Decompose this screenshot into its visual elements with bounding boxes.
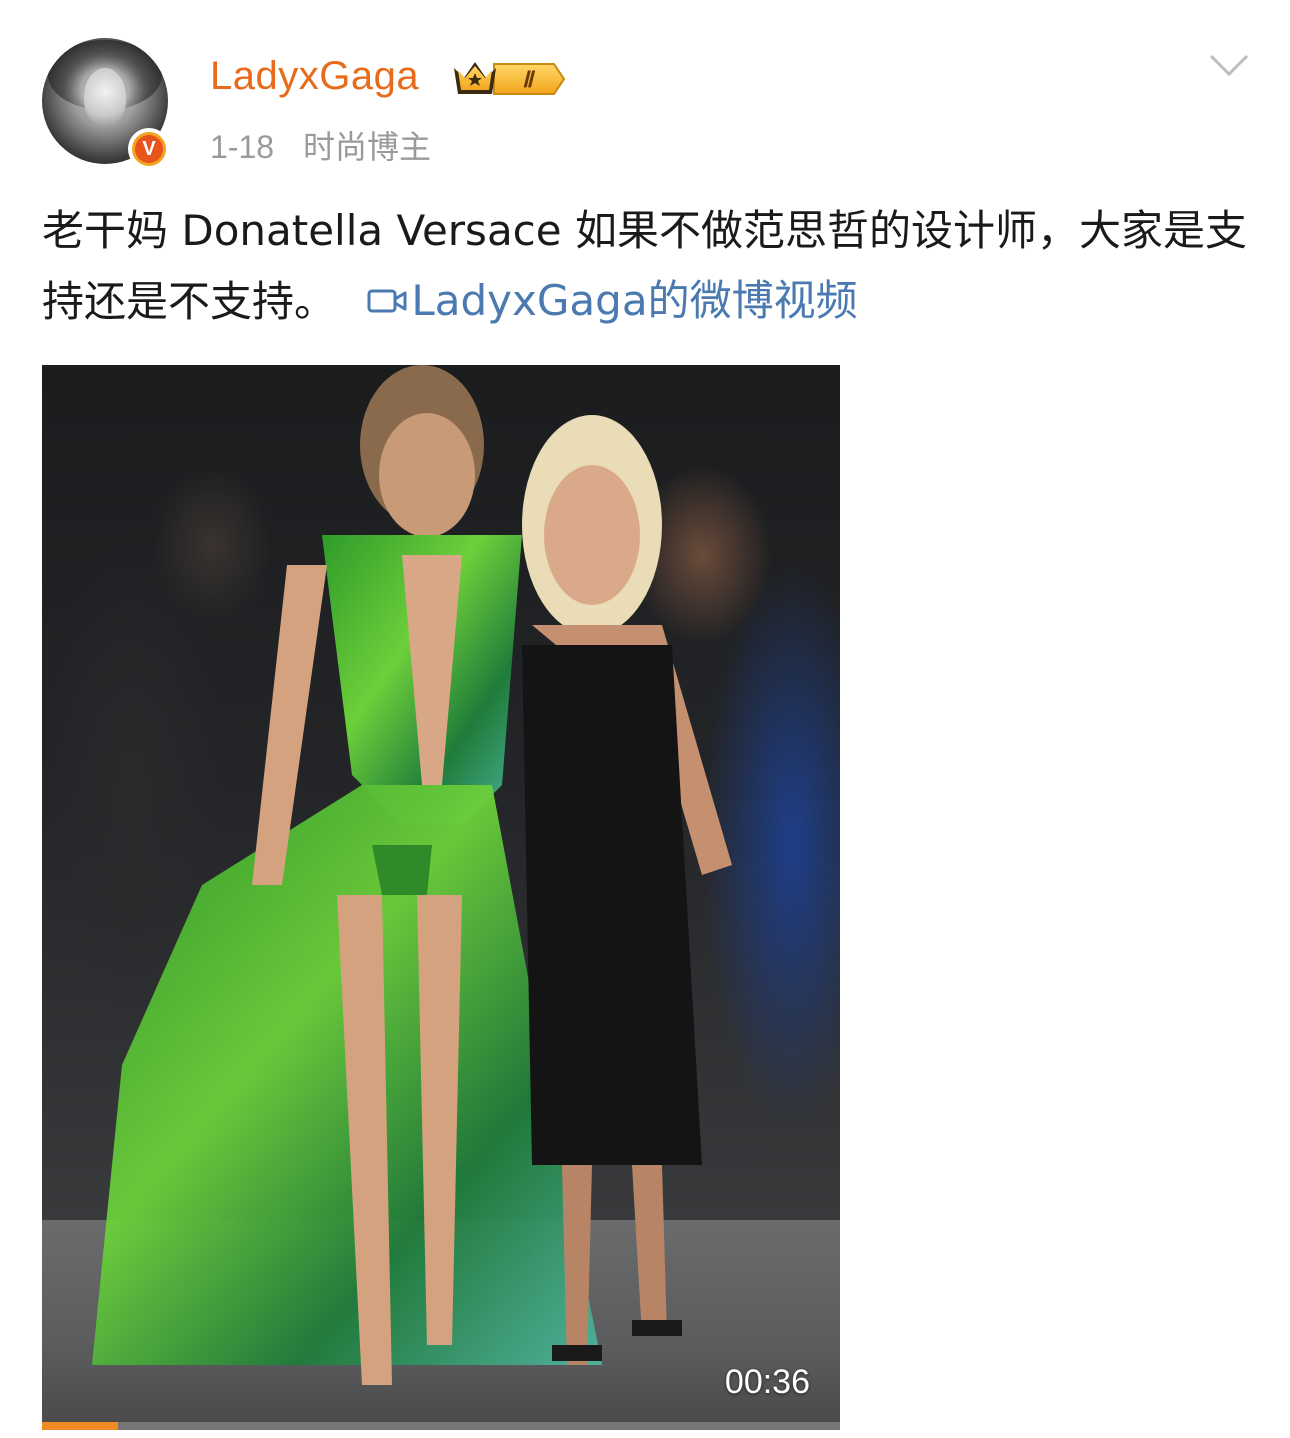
video-player[interactable]: 00:36 <box>42 365 840 1430</box>
chevron-down-icon[interactable] <box>1208 52 1250 78</box>
video-link[interactable]: LadyxGaga的微博视频 <box>349 266 858 336</box>
post-category: 时尚博主 <box>302 129 431 165</box>
verified-badge-icon: V <box>128 128 170 170</box>
video-figure-black-dress <box>522 415 732 1365</box>
video-duration: 00:36 <box>724 1363 810 1401</box>
post-body: 老干妈 Donatella Versace 如果不做范思哲的设计师，大家是支持还… <box>42 196 1252 337</box>
video-progress-track[interactable] <box>42 1422 840 1430</box>
video-progress-fill <box>42 1422 118 1430</box>
avatar-face <box>84 68 126 126</box>
verified-badge-letter: V <box>135 135 163 163</box>
post-meta: 1-18 时尚博主 <box>210 122 431 168</box>
post-date: 1-18 <box>210 129 275 165</box>
video-link-label: LadyxGaga的微博视频 <box>411 276 858 325</box>
crown-icon[interactable]: Ⅱ <box>450 56 568 102</box>
username[interactable]: LadyxGaga <box>210 54 419 99</box>
video-camera-icon <box>367 289 407 313</box>
